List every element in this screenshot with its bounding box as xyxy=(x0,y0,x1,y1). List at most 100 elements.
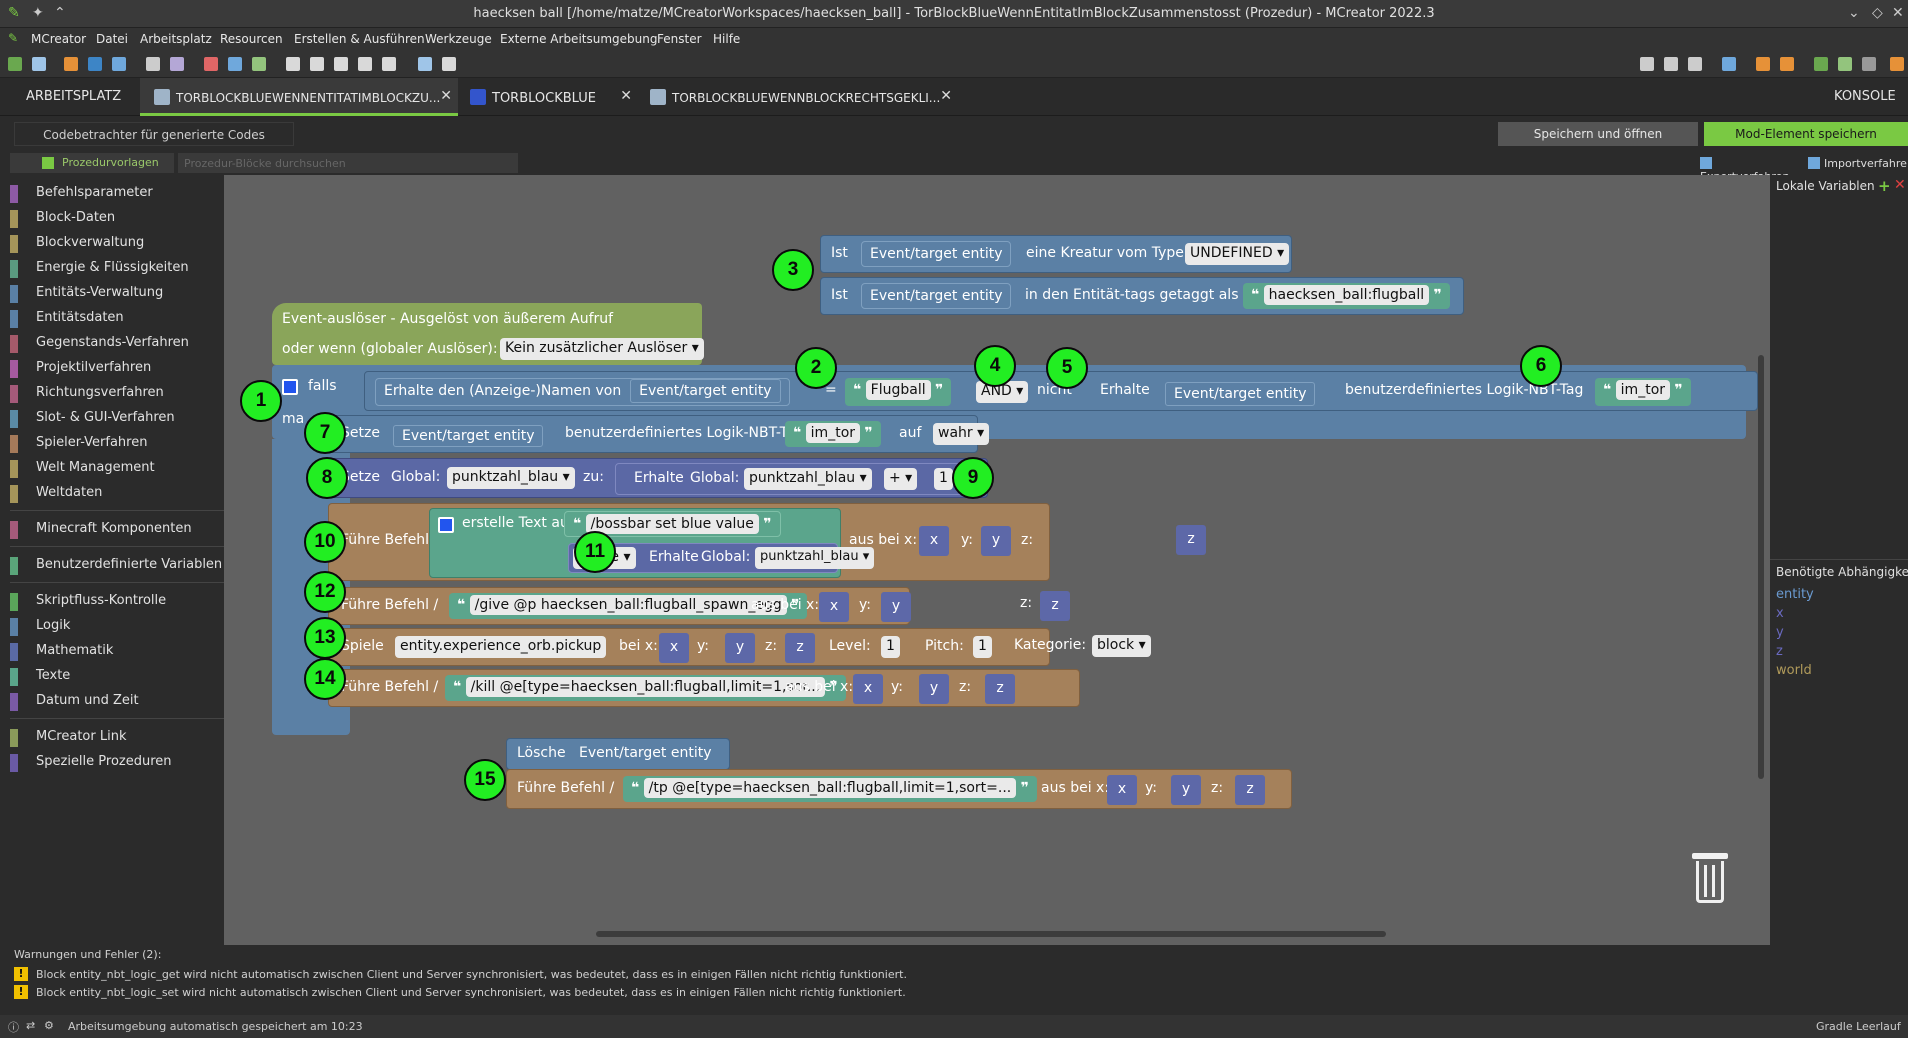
category-texte[interactable]: Texte xyxy=(10,666,224,686)
sound-field[interactable]: entity.experience_orb.pickup xyxy=(395,636,607,658)
menu-arbeitsplatz[interactable]: Arbeitsplatz xyxy=(140,32,212,46)
eraser-icon[interactable] xyxy=(1756,57,1770,71)
menu-fenster[interactable]: Fenster xyxy=(657,32,702,46)
branch-icon[interactable] xyxy=(1640,57,1654,71)
category-mathematik[interactable]: Mathematik xyxy=(10,641,224,661)
close-tab-icon[interactable]: ✕ xyxy=(440,88,452,104)
code-viewer-button[interactable]: Codebetrachter für generierte Codes xyxy=(14,122,294,146)
package-icon[interactable] xyxy=(1890,57,1904,71)
trash-icon[interactable] xyxy=(1690,853,1730,903)
close-tab-icon[interactable]: ✕ xyxy=(620,88,632,104)
recipe-icon[interactable] xyxy=(382,57,396,71)
category-welt-management[interactable]: Welt Management xyxy=(10,458,224,478)
im-tor-text-block[interactable]: ❝ im_tor ❞ xyxy=(785,421,881,447)
category-richtung[interactable]: Richtungsverfahren xyxy=(10,383,224,403)
category-datum-zeit[interactable]: Datum und Zeit xyxy=(10,691,224,711)
z-dependency[interactable]: z xyxy=(785,633,815,663)
y-dependency[interactable]: y xyxy=(981,526,1011,556)
y-dependency[interactable]: y xyxy=(1171,775,1201,805)
plus-dropdown[interactable]: + ▾ xyxy=(884,468,918,490)
y-dependency[interactable]: y xyxy=(725,633,755,663)
workspace-icon[interactable] xyxy=(8,57,22,71)
event-entity-block[interactable]: Event/target entity xyxy=(861,283,1012,309)
give-value[interactable]: /give @p haecksen_ball:flugball_spawn_eg… xyxy=(469,595,787,615)
category-gegenstands[interactable]: Gegenstands-Verfahren xyxy=(10,333,224,353)
x-dependency[interactable]: x xyxy=(919,526,949,556)
minimize-icon[interactable]: ⌄ xyxy=(1848,5,1860,21)
block-search-input[interactable]: Prozedur-Blöcke durchsuchen xyxy=(178,153,518,173)
blockly-workspace[interactable]: Ist Event/target entity eine Kreatur vom… xyxy=(224,175,1770,945)
tab-arbeitsplatz[interactable]: ARBEITSPLATZ xyxy=(0,78,140,116)
category-projektil[interactable]: Projektilverfahren xyxy=(10,358,224,378)
tp-value[interactable]: /tp @e[type=haecksen_ball:flugball,limit… xyxy=(643,778,1017,798)
sound-icon[interactable] xyxy=(310,57,324,71)
plugin-icon[interactable] xyxy=(358,57,372,71)
remove-variable-icon[interactable]: ✕ xyxy=(1894,177,1906,193)
entity-type-dropdown[interactable]: UNDEFINED ▾ xyxy=(1185,243,1290,265)
text-join-gear-icon[interactable] xyxy=(438,517,454,533)
global-var-dropdown[interactable]: punktzahl_blau ▾ xyxy=(447,467,575,489)
bossbar-value[interactable]: /bossbar set blue value xyxy=(585,514,759,534)
kill-value[interactable]: /kill @e[type=haecksen_ball:flugball,lim… xyxy=(465,677,826,697)
x-dependency[interactable]: x xyxy=(1107,775,1137,805)
event-entity-block[interactable]: Event/target entity xyxy=(579,745,711,761)
menu-datei[interactable]: Datei xyxy=(96,32,128,46)
settings-icon[interactable]: ⚙ xyxy=(44,1019,54,1032)
export-icon[interactable] xyxy=(1722,57,1736,71)
set-nbt-block[interactable]: Setze Event/target entity benutzerdefini… xyxy=(328,415,990,453)
category-weltdaten[interactable]: Weltdaten xyxy=(10,483,224,503)
global-trigger-dropdown[interactable]: Kein zusätzlicher Auslöser ▾ xyxy=(500,338,704,360)
save-mod-button[interactable]: Mod-Element speichern xyxy=(1704,122,1908,146)
execute-kill-block[interactable]: Führe Befehl / ❝ /kill @e[type=haecksen_… xyxy=(328,669,1080,707)
stop-icon[interactable] xyxy=(1862,57,1876,71)
blocks-icon[interactable] xyxy=(204,57,218,71)
tag-text-block[interactable]: ❝ haecksen_ball:flugball ❞ xyxy=(1243,283,1450,309)
category-entitaetsdaten[interactable]: Entitätsdaten xyxy=(10,308,224,328)
boolean-dropdown[interactable]: wahr ▾ xyxy=(933,423,990,445)
sound-category-dropdown[interactable]: block ▾ xyxy=(1092,635,1151,657)
x-dependency[interactable]: x xyxy=(659,633,689,663)
x-dependency[interactable]: x xyxy=(819,592,849,622)
z-dependency[interactable]: z xyxy=(1235,775,1265,805)
window-icon[interactable] xyxy=(32,57,46,71)
category-energie[interactable]: Energie & Flüssigkeiten xyxy=(10,258,224,278)
flugball-value[interactable]: Flugball xyxy=(865,380,931,400)
play-sound-block[interactable]: Spiele entity.experience_orb.pickup bei … xyxy=(328,628,1050,666)
grid-icon[interactable] xyxy=(228,57,242,71)
hammer-icon[interactable] xyxy=(1780,57,1794,71)
menu-erstellen[interactable]: Erstellen & Ausführen xyxy=(294,32,425,46)
y-dependency[interactable]: y xyxy=(919,674,949,704)
category-block-daten[interactable]: Block-Daten xyxy=(10,208,224,228)
global-var-dropdown[interactable]: punktzahl_blau ▾ xyxy=(744,468,872,490)
execute-give-block[interactable]: Führe Befehl / ❝ /give @p haecksen_ball:… xyxy=(328,587,911,625)
category-spieler[interactable]: Spieler-Verfahren xyxy=(10,433,224,453)
global-var-dropdown[interactable]: punktzahl_blau ▾ xyxy=(755,547,875,569)
vertical-scrollbar[interactable] xyxy=(1758,355,1764,779)
text-join-block[interactable]: erstelle Text aus ❝ /bossbar set blue va… xyxy=(429,508,875,578)
z-dependency[interactable]: z xyxy=(1176,525,1206,555)
if-gear-icon[interactable] xyxy=(282,379,298,395)
export-procedure-button[interactable]: Exportverfahren xyxy=(1700,155,1800,183)
z-dependency[interactable]: z xyxy=(985,674,1015,704)
number-one[interactable]: 1 xyxy=(934,468,953,490)
flugball-text-block[interactable]: ❝ Flugball ❞ xyxy=(845,378,952,406)
pen-icon[interactable] xyxy=(442,57,456,71)
run-server-icon[interactable] xyxy=(1838,57,1852,71)
tab-procedure-active[interactable]: TORBLOCKBLUEWENNENTITATIMBLOCKZU... ✕ xyxy=(140,78,458,116)
save-open-button[interactable]: Speichern und öffnen xyxy=(1498,122,1698,146)
menu-mcreator[interactable]: MCreator xyxy=(31,32,86,46)
menu-werkzeuge[interactable]: Werkzeuge xyxy=(425,32,492,46)
tab-konsole[interactable]: KONSOLE xyxy=(1834,78,1908,116)
y-dependency[interactable]: y xyxy=(881,592,911,622)
category-blockverwaltung[interactable]: Blockverwaltung xyxy=(10,233,224,253)
run-client-icon[interactable] xyxy=(1814,57,1828,71)
tag-value[interactable]: haecksen_ball:flugball xyxy=(1263,285,1430,305)
entity-type-check-block[interactable]: Ist Event/target entity eine Kreatur vom… xyxy=(820,235,1292,273)
category-spezielle[interactable]: Spezielle Prozeduren xyxy=(10,752,224,772)
category-variablen[interactable]: Benutzerdefinierte Variablen xyxy=(10,555,224,575)
category-entitaets-verwaltung[interactable]: Entitäts-Verwaltung xyxy=(10,283,224,303)
maximize-icon[interactable]: ◇ xyxy=(1872,5,1883,21)
import-procedure-button[interactable]: Importverfahre xyxy=(1808,155,1908,173)
add-math-block[interactable]: Erhalte Global: punktzahl_blau ▾ + ▾ 1 xyxy=(615,463,981,495)
event-entity-block[interactable]: Event/target entity xyxy=(861,241,1012,267)
